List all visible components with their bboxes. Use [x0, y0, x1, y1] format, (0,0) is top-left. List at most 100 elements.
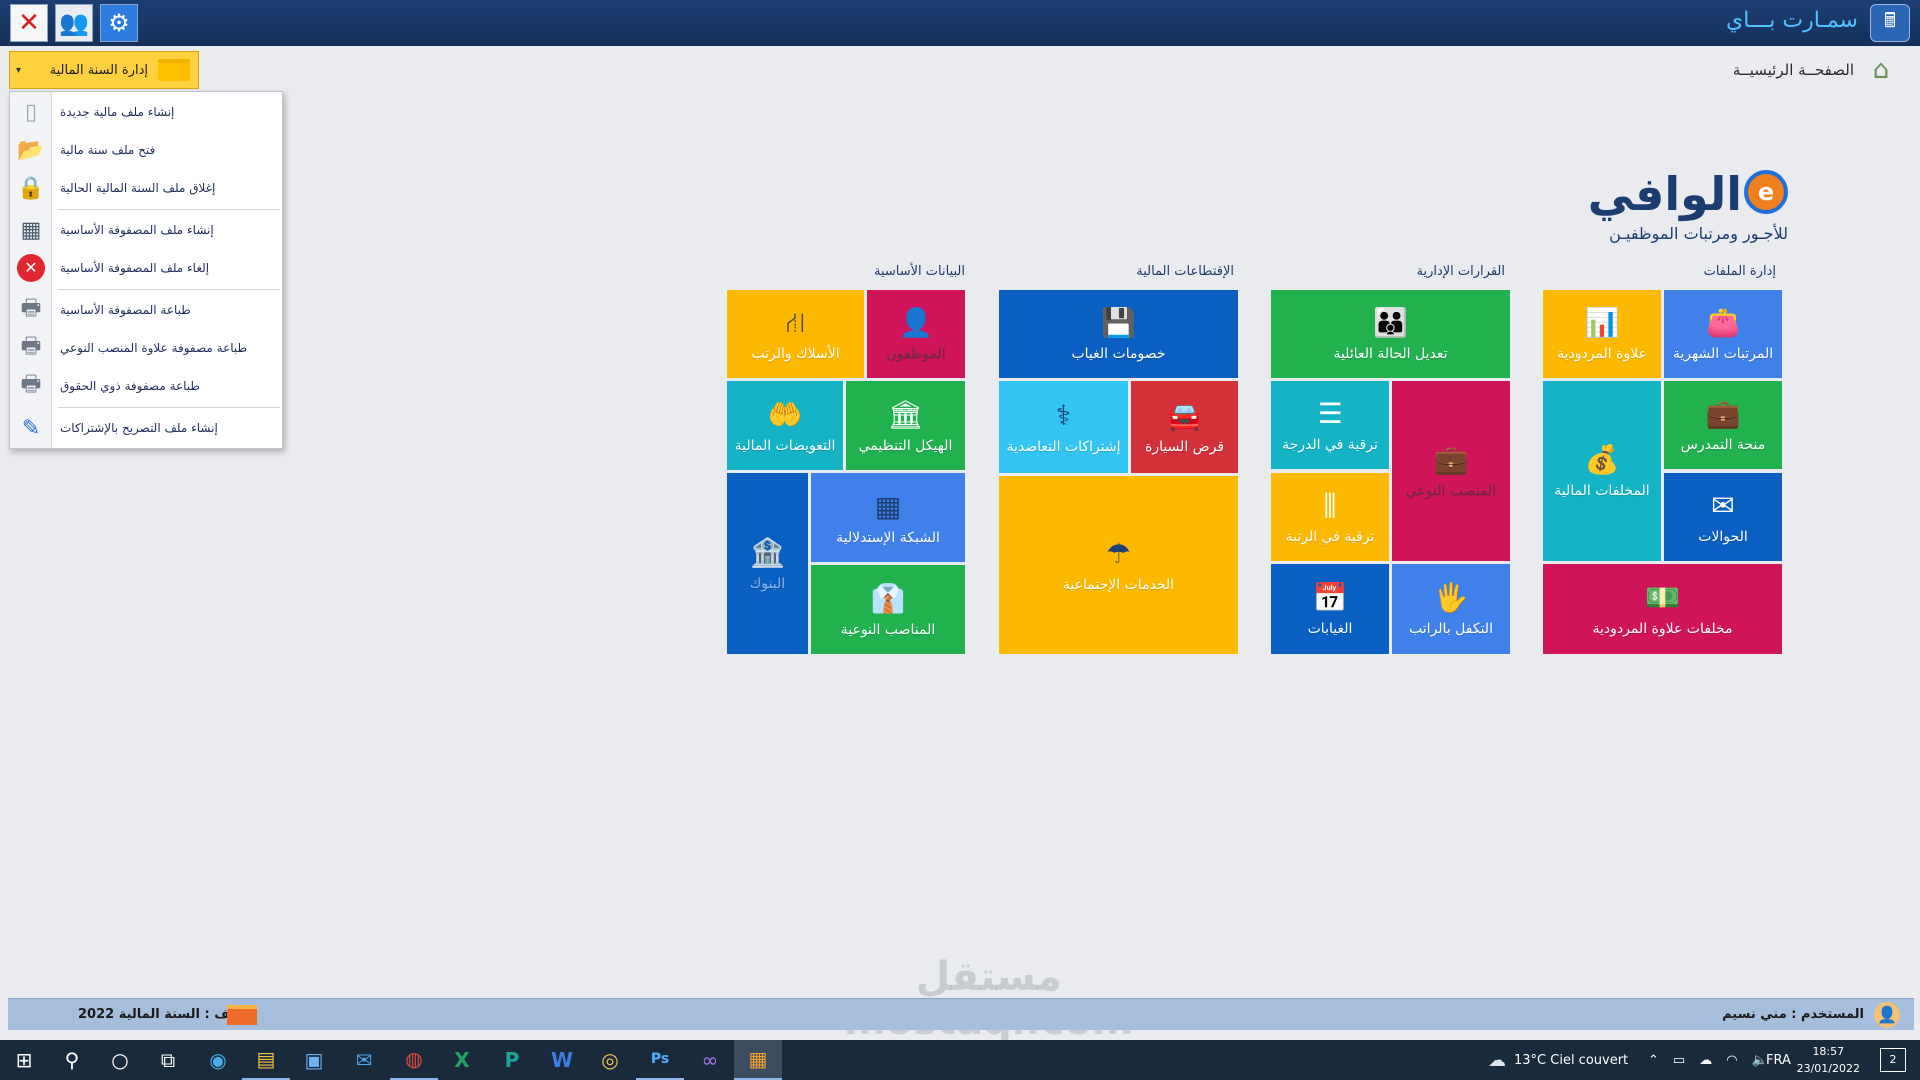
tile-label: البنوك	[749, 575, 786, 592]
menu-item-open-fiscal-file[interactable]: 📂 فتح ملف سنة مالية	[10, 132, 284, 168]
alwafi-logo: الوافي e للأجـور ومرتبات الموظفيـن	[1578, 168, 1788, 243]
fiscal-year-menu-button[interactable]: إدارة السنة المالية ▾	[9, 51, 199, 89]
sliders-icon: ☰	[1317, 397, 1343, 430]
notifications-icon[interactable]: 2	[1880, 1048, 1906, 1072]
cortana-icon[interactable]: ○	[96, 1040, 144, 1080]
tile-financial-compensation[interactable]: 🤲 التعويضات المالية	[727, 381, 843, 470]
tile-employees[interactable]: 👤 الموظفون	[867, 290, 965, 378]
menu-item-label: إنشاء ملف المصفوفة الأساسية	[60, 223, 214, 237]
tile-org-structure[interactable]: 🏛 الهيكل التنظيمي	[846, 381, 965, 470]
menu-item-new-fiscal-file[interactable]: ▯ إنشاء ملف مالية جديدة	[10, 94, 284, 130]
printer-icon: 🖶	[20, 334, 42, 359]
store-icon[interactable]: ▣	[290, 1040, 338, 1080]
tile-salary-coverage[interactable]: 🖐 التكفل بالراتب	[1392, 564, 1510, 654]
menu-item-cancel-matrix[interactable]: ✕ إلغاء ملف المصفوفة الأساسية	[10, 250, 284, 286]
smart-pay-taskbar-icon[interactable]: ▦	[734, 1040, 782, 1080]
tile-corps-grades[interactable]: ⛙ الأسلاك والرتب	[727, 290, 864, 378]
building-icon: 🏛	[887, 397, 924, 431]
language-label: FRA	[1766, 1052, 1791, 1068]
tile-absence-deductions[interactable]: 💾 خصومات الغياب	[999, 290, 1238, 378]
media-icon[interactable]: ◎	[586, 1040, 634, 1080]
tile-absences[interactable]: 📅 الغيابات	[1271, 564, 1389, 654]
language-indicator[interactable]: FRA	[1766, 1040, 1791, 1080]
publisher-icon[interactable]: P	[488, 1040, 536, 1080]
clock[interactable]: 18:57 23/01/2022	[1797, 1043, 1860, 1077]
home-icon: ⌂	[1872, 55, 1890, 85]
mail-icon[interactable]: ✉	[340, 1040, 388, 1080]
bank-icon: 🏦	[750, 535, 785, 569]
menu-item-print-position-matrix[interactable]: 🖶 طباعة مصفوفة علاوة المنصب النوعي	[10, 330, 284, 366]
chevron-up-icon[interactable]: ⌃	[1648, 1053, 1659, 1068]
tile-label: المرتبات الشهرية	[1672, 346, 1774, 362]
family-icon: 👪	[1373, 306, 1408, 339]
open-folder-icon: 📂	[17, 137, 45, 163]
tile-rank-promotion[interactable]: ⫼ ترقية في الرتبة	[1271, 473, 1389, 561]
fiscal-year-dropdown-menu: ▯ إنشاء ملف مالية جديدة 📂 فتح ملف سنة ما…	[9, 91, 283, 449]
calculator-logo-icon: 🖩	[1870, 4, 1910, 42]
tile-label: الغيابات	[1307, 621, 1353, 637]
edge-icon[interactable]: ◉	[194, 1040, 242, 1080]
tile-specific-positions[interactable]: 👔 المناصب النوعية	[811, 565, 965, 654]
search-icon[interactable]: ⚲	[48, 1040, 96, 1080]
word-icon[interactable]: W	[538, 1040, 586, 1080]
clock-date: 23/01/2022	[1796, 1062, 1860, 1075]
tile-label: الخدمات الإجتماعية	[1062, 577, 1175, 593]
visual-studio-icon[interactable]: ∞	[686, 1040, 734, 1080]
onedrive-icon[interactable]: ☁	[1699, 1053, 1712, 1068]
tile-performance-bonus[interactable]: 📊 علاوة المردودية	[1543, 290, 1661, 378]
tile-banks[interactable]: 🏦 البنوك	[727, 473, 808, 654]
tile-mutual-subscriptions[interactable]: ⚕ إشتراكات التعاضدية	[999, 381, 1128, 473]
menu-item-create-matrix[interactable]: ▦ إنشاء ملف المصفوفة الأساسية	[10, 212, 284, 248]
tile-label: الشبكة الإستدلالية	[836, 529, 940, 546]
weather-widget[interactable]: ☁ 13°C Ciel couvert	[1488, 1040, 1628, 1080]
chrome-icon[interactable]: ◍	[390, 1040, 438, 1080]
wifi-icon[interactable]: ◠	[1726, 1053, 1737, 1068]
tile-family-status[interactable]: 👪 تعديل الحالة العائلية	[1271, 290, 1510, 378]
task-view-icon[interactable]: ⧉	[144, 1040, 192, 1080]
tile-label: ترقية في الرتبة	[1285, 529, 1375, 545]
menu-item-close-fiscal-file[interactable]: 🔒 إغلاق ملف السنة المالية الحالية	[10, 170, 284, 206]
tile-car-loan[interactable]: 🚘 قرض السيارة	[1131, 381, 1238, 473]
gear-icon[interactable]: ⚙	[100, 4, 138, 42]
menu-item-label: إنشاء ملف التصريح بالإشتراكات	[60, 421, 218, 435]
tile-label: الحوالات	[1698, 529, 1748, 545]
tile-grade-promotion[interactable]: ☰ ترقية في الدرجة	[1271, 381, 1389, 469]
photoshop-icon[interactable]: Ps	[636, 1040, 684, 1080]
menu-item-label: إلغاء ملف المصفوفة الأساسية	[60, 261, 210, 275]
tile-bonus-arrears[interactable]: 💵 مخلفات علاوة المردودية	[1543, 564, 1782, 654]
wallet-icon: 👛	[1705, 306, 1741, 339]
close-icon[interactable]: ✕	[10, 4, 48, 42]
tile-teaching-grant[interactable]: 💼 منحة التمدرس	[1664, 381, 1782, 469]
device-icon[interactable]: ▭	[1673, 1053, 1685, 1068]
tile-monthly-salaries[interactable]: 👛 المرتبات الشهرية	[1664, 290, 1782, 378]
calculator-icon: ▦	[20, 217, 42, 243]
section-title-basic-data: البيانات الأساسية	[874, 264, 965, 279]
money-bag-icon: 💰	[1584, 443, 1620, 476]
logo-subtitle: للأجـور ومرتبات الموظفيـن	[1609, 224, 1788, 243]
tile-index-grid[interactable]: ▦ الشبكة الإستدلالية	[811, 473, 965, 562]
tile-social-services[interactable]: ☂ الخدمات الإجتماعية	[999, 476, 1238, 654]
menu-item-create-declaration[interactable]: ✎ إنشاء ملف التصريح بالإشتراكات	[10, 410, 284, 446]
notepad-icon: ✎	[21, 415, 41, 441]
tile-transfers[interactable]: ✉ الحوالات	[1664, 473, 1782, 561]
menu-item-print-beneficiaries-matrix[interactable]: 🖶 طباعة مصفوفة ذوي الحقوق	[10, 368, 284, 404]
windows-start-icon[interactable]: ⊞	[0, 1040, 48, 1080]
tile-specific-position[interactable]: 💼 المنصب النوعي	[1392, 381, 1510, 561]
excel-icon[interactable]: X	[438, 1040, 486, 1080]
employee-icon: 👤	[898, 306, 934, 339]
breadcrumb[interactable]: ⌂ الصفحــة الرئيسيــة	[1733, 55, 1898, 85]
menu-item-print-matrix[interactable]: 🖶 طباعة المصفوفة الأساسية	[10, 292, 284, 328]
menu-item-label: طباعة مصفوفة ذوي الحقوق	[60, 379, 200, 393]
tile-financial-arrears[interactable]: 💰 المخلفات المالية	[1543, 381, 1661, 561]
tile-label: الهيكل التنظيمي	[858, 437, 953, 454]
cloud-icon: ☁	[1488, 1049, 1506, 1071]
tile-label: التعويضات المالية	[734, 437, 836, 454]
tile-label: قرض السيارة	[1144, 439, 1225, 455]
users-settings-icon[interactable]: 👥	[55, 4, 93, 42]
user-avatar-icon: 👤	[1874, 1002, 1900, 1028]
printer-icon: 🖶	[20, 296, 42, 321]
growth-chart-icon: 📊	[1584, 306, 1620, 339]
file-explorer-icon[interactable]: ▤	[242, 1040, 290, 1080]
tile-label: المنصب النوعي	[1405, 483, 1497, 499]
menu-item-label: طباعة مصفوفة علاوة المنصب النوعي	[60, 341, 248, 355]
